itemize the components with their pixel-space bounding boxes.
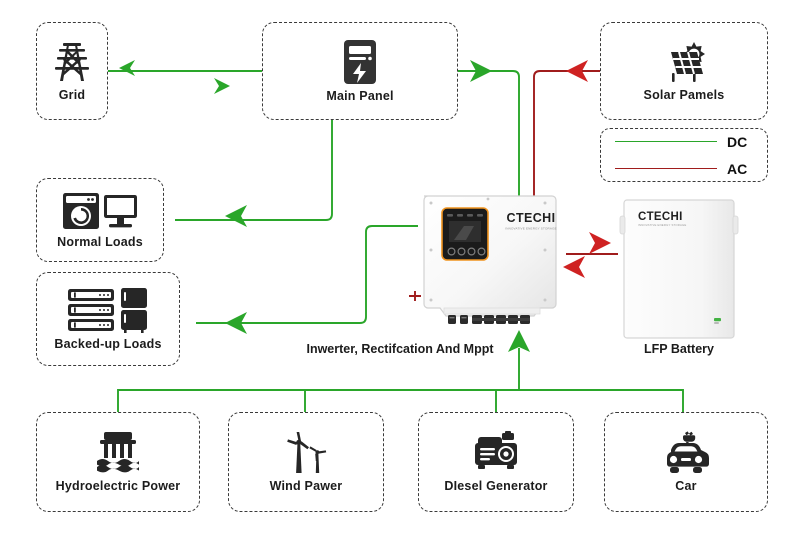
electric-car-icon (658, 431, 714, 475)
node-solar-panels[interactable]: Solar Pamels (600, 22, 768, 120)
wire-solar-inverter (533, 70, 600, 196)
server-refrigerator-icon (67, 287, 149, 333)
node-grid[interactable]: Grid (36, 22, 108, 120)
solar-panel-icon (659, 40, 709, 84)
node-hydroelectric-power-label: Hydroelectric Power (55, 479, 181, 493)
arrow-battery-discharge (563, 256, 585, 278)
system-diagram-canvas: .dc{stroke:#2aa62a;stroke-width:1.9;fill… (0, 0, 800, 533)
legend-line-ac (615, 168, 717, 169)
arrow-grid-out (214, 78, 230, 94)
wire-mainpanel-inverter (458, 70, 520, 196)
inverter-caption: Inwerter, Rectifcation And Mppt (306, 342, 494, 356)
node-diesel-generator-label: DIesel Generator (444, 479, 548, 493)
arrow-mainpanel-out (470, 60, 492, 82)
svg-text:INNOVATIVE ENERGY STORAGE: INNOVATIVE ENERGY STORAGE (638, 223, 686, 227)
node-diesel-generator[interactable]: DIesel Generator (418, 412, 574, 512)
legend-label-dc: DC (727, 133, 748, 150)
arrow-battery-charge (589, 232, 611, 254)
node-car[interactable]: Car (604, 412, 768, 512)
svg-text:CTECHI: CTECHI (507, 211, 556, 225)
legend-line-dc (615, 141, 717, 142)
battery-caption: LFP Battery (644, 342, 714, 356)
inverter-device[interactable]: CTECHI INNOVATIVE ENERGY STORAGE (418, 190, 566, 330)
wind-turbine-icon (282, 431, 330, 475)
wire-bottom-bus (117, 389, 684, 437)
arrow-solar-in (566, 60, 588, 82)
node-normal-loads[interactable]: Normal Loads (36, 178, 164, 262)
legend-box: DC AC (600, 128, 768, 182)
washing-machine-monitor-icon (62, 191, 138, 231)
electrical-panel-icon (341, 39, 379, 85)
node-normal-loads-label: Normal Loads (57, 235, 143, 249)
svg-text:INNOVATIVE ENERGY STORAGE: INNOVATIVE ENERGY STORAGE (505, 227, 557, 231)
wire-mainpanel-normalloads (175, 117, 333, 221)
arrow-normalloads (225, 205, 247, 227)
node-main-panel-label: Main Panel (326, 89, 394, 103)
node-backedup-loads[interactable]: Backed-up Loads (36, 272, 180, 366)
node-solar-panels-label: Solar Pamels (643, 88, 725, 102)
node-wind-power[interactable]: Wind Pawer (228, 412, 384, 512)
node-car-label: Car (675, 479, 697, 493)
legend-item-ac: AC (615, 161, 753, 177)
wire-inverter-backedup (196, 225, 418, 324)
svg-text:CTECHI: CTECHI (638, 211, 683, 223)
node-backedup-loads-label: Backed-up Loads (54, 337, 162, 351)
legend-item-dc: DC (615, 134, 753, 150)
node-main-panel[interactable]: Main Panel (262, 22, 458, 120)
battery-device[interactable]: CTECHI INNOVATIVE ENERGY STORAGE (618, 198, 740, 340)
node-wind-power-label: Wind Pawer (269, 479, 343, 493)
legend-label-ac: AC (727, 160, 748, 177)
arrow-grid-in (119, 60, 135, 76)
hydro-dam-icon (95, 431, 141, 475)
node-grid-label: Grid (58, 88, 86, 102)
node-hydroelectric-power[interactable]: Hydroelectric Power (36, 412, 200, 512)
transmission-tower-icon (54, 40, 90, 84)
arrow-backedup (225, 312, 247, 334)
diesel-generator-icon (472, 431, 520, 475)
